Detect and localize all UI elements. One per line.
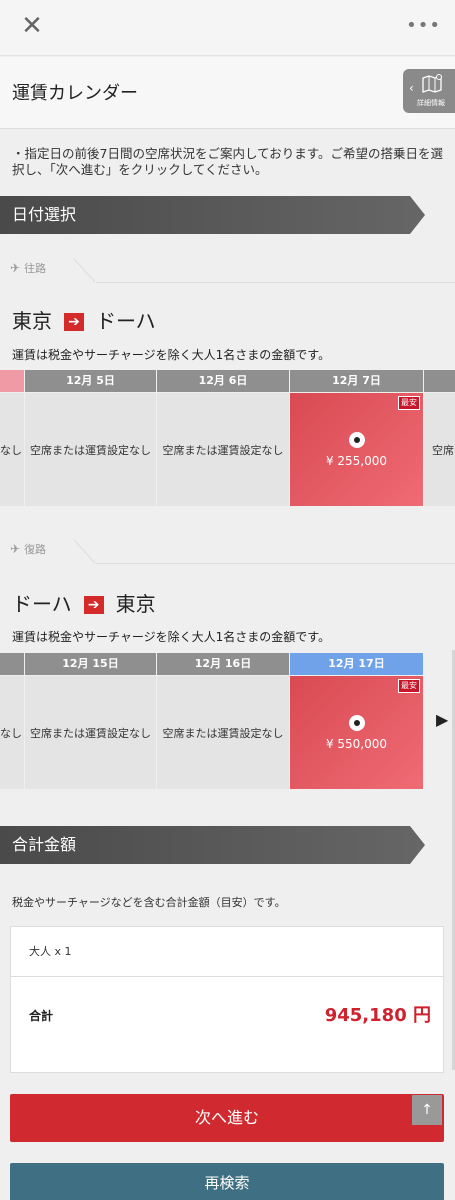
cheapest-badge: 最安 (398, 396, 420, 410)
outbound-route: 東京 ➔ ドーハ (12, 305, 156, 334)
arrow-right-icon: ➔ (64, 313, 84, 331)
map-icon (422, 74, 442, 93)
page-title: 運賃カレンダー (12, 83, 138, 104)
date-cell[interactable]: なし (0, 676, 24, 789)
outbound-calendar: 12月 5日 12月 6日 12月 7日 なし 空席または運賃設定なし 空席また… (0, 370, 455, 510)
inbound-tab-label: 復路 (24, 543, 47, 556)
outbound-tab: ✈ 往路 (0, 256, 100, 280)
date-cell-selected[interactable]: 最安 ¥ 255,000 (290, 393, 423, 506)
availability-text: 空席または運賃設定なし (162, 443, 284, 457)
total-summary: 大人 x 1 合計 945,180 円 (10, 926, 444, 1073)
availability-text: なし (0, 443, 22, 457)
date-header: 12月 15日 (25, 653, 156, 675)
outbound-tab-label: 往路 (24, 262, 47, 275)
date-cell-selected[interactable]: 最安 ¥ 550,000 (290, 676, 423, 789)
date-header (424, 370, 455, 392)
total-label: 合計 (29, 1009, 54, 1023)
availability-text: 空席または運賃設定なし (30, 443, 151, 457)
arrow-right-icon: ➔ (83, 596, 104, 614)
availability-text: なし (0, 726, 22, 740)
inbound-calendar: 12月 15日 12月 16日 12月 17日 なし 空席または運賃設定なし 空… (0, 653, 455, 793)
total-value: 945,180 円 (324, 1005, 431, 1026)
close-icon[interactable]: ✕ (18, 12, 46, 40)
date-header (0, 370, 24, 392)
detail-info-label: 詳細情報 (417, 99, 445, 107)
instruction-text: ・指定日の前後7日間の空席状況をご案内しております。ご希望の搭乗日を選択し、「次… (12, 146, 443, 177)
radio-selected-icon (348, 431, 365, 448)
availability-text: 空席または運賃設定なし (30, 726, 151, 740)
date-selection-header: 日付選択 (0, 196, 425, 234)
top-bar: ✕ ••• (0, 0, 455, 56)
destination-city: 東京 (115, 592, 156, 616)
back-to-top-button[interactable]: ↑ (412, 1095, 442, 1125)
fare-note: 運賃は税金やサーチャージを除く大人1名さまの金額です。 (12, 630, 331, 644)
date-cell[interactable]: 空席または運賃設定なし (25, 393, 156, 506)
date-header (0, 653, 24, 675)
date-header: 12月 16日 (157, 653, 289, 675)
page-header: 運賃カレンダー ‹ 詳細情報 (0, 57, 455, 129)
inbound-tab: ✈ 復路 (0, 537, 100, 561)
divider (96, 563, 455, 564)
chevron-left-icon: ‹ (409, 81, 414, 95)
radio-selected-icon (348, 714, 365, 731)
date-cell[interactable]: なし (0, 393, 24, 506)
detail-info-button[interactable]: ‹ 詳細情報 (403, 69, 455, 113)
date-header: 12月 5日 (25, 370, 156, 392)
date-cell[interactable]: 空席 (424, 393, 455, 506)
fare-price: ¥ 255,000 (325, 453, 388, 468)
origin-city: ドーハ (12, 592, 72, 616)
cheapest-badge: 最安 (398, 679, 420, 693)
passenger-count: 大人 x 1 (11, 927, 443, 977)
destination-city: ドーハ (96, 309, 156, 333)
date-cell[interactable]: 空席または運賃設定なし (157, 393, 289, 506)
airplane-icon: ✈ (10, 542, 21, 556)
date-cell[interactable]: 空席または運賃設定なし (25, 676, 156, 789)
fare-price: ¥ 550,000 (325, 736, 388, 751)
date-header-selected: 12月 17日 (290, 653, 423, 675)
more-options-button[interactable]: ••• (406, 12, 441, 40)
total-amount-header: 合計金額 (0, 826, 425, 864)
date-header: 12月 7日 (290, 370, 423, 392)
re-search-button[interactable]: 再検索 (10, 1163, 444, 1200)
inbound-route: ドーハ ➔ 東京 (12, 588, 156, 617)
total-note: 税金やサーチャージなどを含む合計金額（目安）です。 (12, 896, 286, 909)
availability-text: 空席 (432, 443, 454, 457)
date-cell[interactable]: 空席または運賃設定なし (157, 676, 289, 789)
divider (96, 282, 455, 283)
origin-city: 東京 (12, 309, 52, 333)
next-button[interactable]: 次へ進む (10, 1094, 444, 1142)
availability-text: 空席または運賃設定なし (162, 726, 284, 740)
fare-note: 運賃は税金やサーチャージを除く大人1名さまの金額です。 (12, 348, 331, 362)
date-header: 12月 6日 (157, 370, 289, 392)
scroll-right-arrow-icon[interactable]: ▶ (436, 710, 448, 729)
airplane-icon: ✈ (10, 261, 21, 275)
